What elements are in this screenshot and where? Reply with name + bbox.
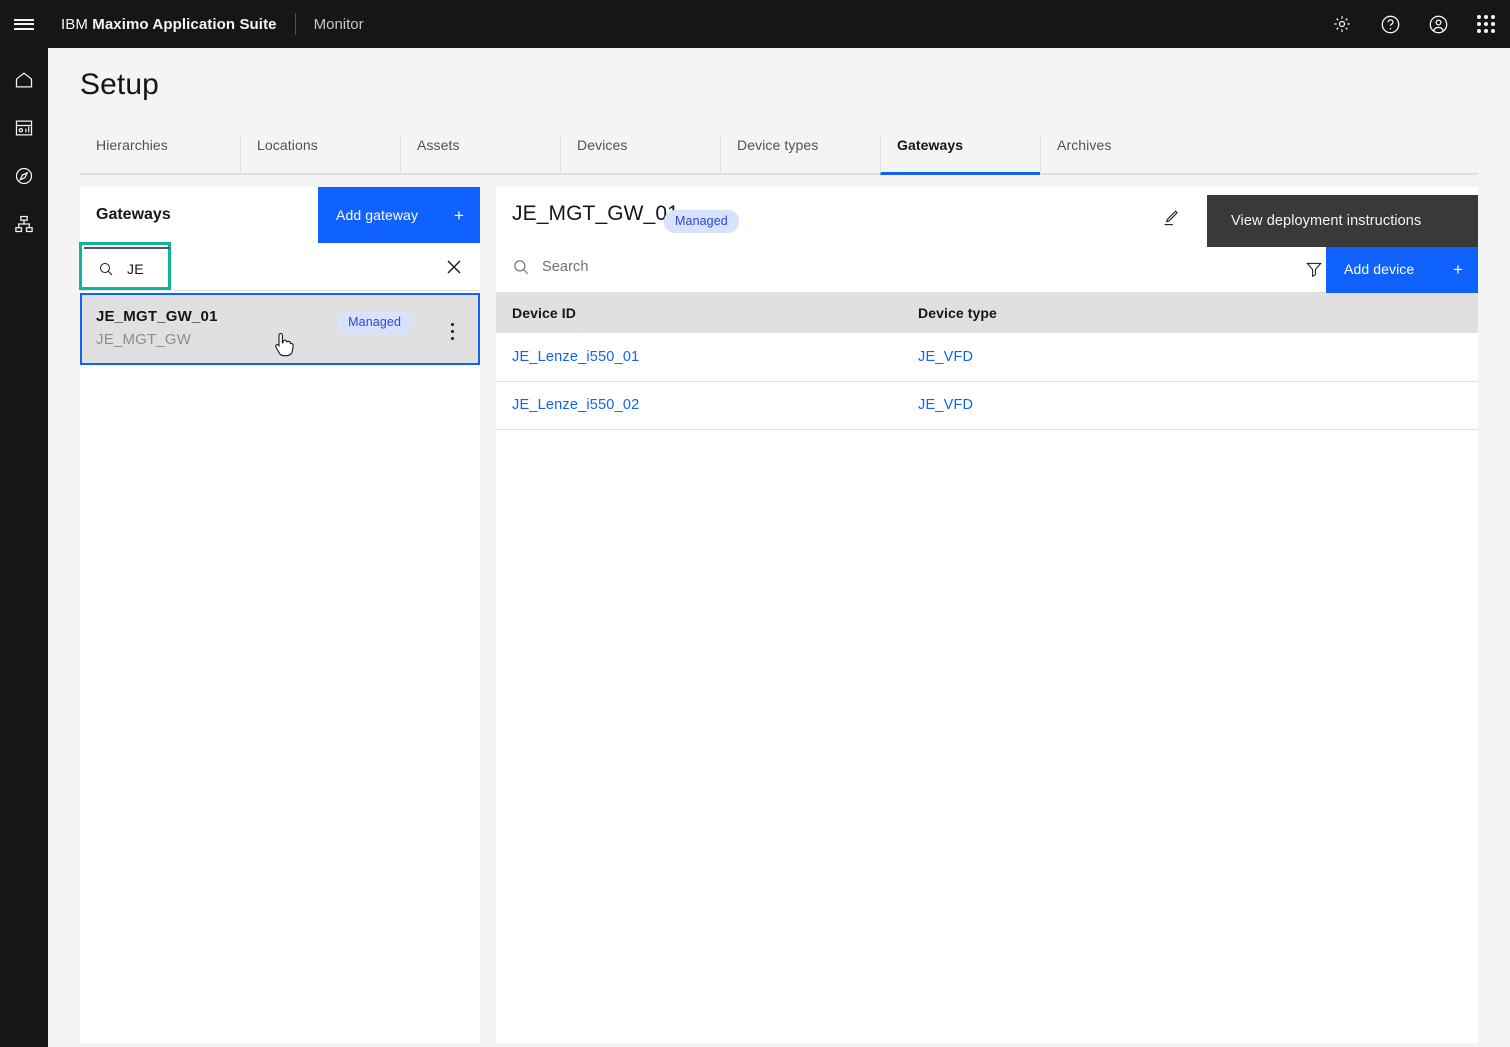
gateways-panel-title: Gateways [96, 206, 171, 223]
deployment-instructions-tooltip[interactable]: View deployment instructions [1207, 195, 1478, 247]
table-row[interactable]: JE_Lenze_i550_01 JE_VFD [496, 333, 1478, 382]
device-id-link[interactable]: JE_Lenze_i550_01 [512, 349, 639, 365]
cell-device-id: JE_Lenze_i550_01 [496, 333, 902, 382]
gateway-search-highlight: JE [79, 242, 171, 290]
left-nav-rail [0, 48, 48, 1047]
gateway-search-row: JE [79, 242, 480, 291]
header-actions [1318, 0, 1510, 48]
tab-archives[interactable]: Archives [1040, 135, 1200, 175]
device-search-row: Search Add device + [496, 245, 1478, 293]
search-icon [512, 258, 530, 281]
app-name-label[interactable]: Monitor [314, 16, 364, 33]
help-icon[interactable] [1366, 0, 1414, 48]
explore-compass-icon[interactable] [0, 160, 48, 192]
add-device-button[interactable]: Add device + [1326, 245, 1478, 293]
tab-devices[interactable]: Devices [560, 135, 720, 175]
device-type-link[interactable]: JE_VFD [918, 349, 973, 365]
brand-name: Maximo Application Suite [92, 15, 277, 33]
plus-icon: + [1452, 259, 1463, 279]
hamburger-menu-icon[interactable] [0, 0, 48, 48]
gateway-name: JE_MGT_GW_01 [96, 308, 218, 325]
clear-search-icon[interactable] [443, 256, 465, 278]
filter-funnel-icon[interactable] [1302, 257, 1326, 281]
device-search-input[interactable]: Search [542, 259, 589, 275]
tab-gateways[interactable]: Gateways [880, 135, 1040, 175]
table-row[interactable]: JE_Lenze_i550_02 JE_VFD [496, 381, 1478, 430]
pencil-edit-icon[interactable] [1158, 205, 1182, 229]
app-switcher-icon[interactable] [1462, 0, 1510, 48]
brand-title[interactable]: IBM Maximo Application Suite [61, 16, 277, 33]
selected-gateway-title: JE_MGT_GW_01 [512, 202, 679, 225]
gateway-status-badge: Managed [664, 210, 739, 233]
search-icon [100, 263, 113, 276]
table-header-row: Device ID Device type [496, 293, 1478, 333]
gateway-list-item[interactable]: JE_MGT_GW_01 JE_MGT_GW Managed [80, 293, 480, 365]
add-gateway-button[interactable]: Add gateway + [318, 187, 480, 243]
device-panel: JE_MGT_GW_01 Managed View deployment ins… [496, 187, 1478, 1043]
status-badge: Managed [337, 311, 412, 334]
device-type-link[interactable]: JE_VFD [918, 397, 973, 413]
cell-device-type: JE_VFD [902, 381, 1478, 430]
device-panel-header: JE_MGT_GW_01 Managed View deployment ins… [496, 187, 1478, 247]
overflow-menu-icon[interactable] [442, 317, 462, 345]
hierarchy-icon[interactable] [0, 208, 48, 240]
dashboard-icon[interactable] [0, 112, 48, 144]
header-divider [294, 13, 296, 35]
column-header-device-type[interactable]: Device type [902, 293, 1478, 333]
add-gateway-label: Add gateway [336, 207, 419, 223]
gateway-search-input[interactable]: JE [84, 247, 170, 289]
gateways-panel: Gateways Add gateway + JE JE_MGT_GW_01 J… [79, 187, 480, 1043]
plus-icon: + [453, 205, 464, 225]
mouse-cursor-pointer [275, 333, 294, 357]
home-icon[interactable] [0, 64, 48, 96]
cell-device-id: JE_Lenze_i550_02 [496, 381, 902, 430]
user-avatar-icon[interactable] [1414, 0, 1462, 48]
column-header-device-id[interactable]: Device ID [496, 293, 902, 333]
gateway-search-field[interactable] [172, 243, 480, 290]
devices-table: Device ID Device type JE_Lenze_i550_01 J… [496, 293, 1478, 430]
gateway-search-value: JE [127, 261, 144, 277]
gateways-panel-header: Gateways Add gateway + [80, 187, 480, 243]
cell-device-type: JE_VFD [902, 333, 1478, 382]
page-title: Setup [80, 68, 159, 101]
main-content: Setup Hierarchies Locations Assets Devic… [48, 48, 1510, 1047]
add-device-label: Add device [1344, 261, 1415, 277]
tooltip-text: View deployment instructions [1231, 213, 1422, 229]
gear-icon[interactable] [1318, 0, 1366, 48]
brand-prefix: IBM [61, 15, 88, 33]
tab-hierarchies[interactable]: Hierarchies [80, 135, 240, 175]
tab-assets[interactable]: Assets [400, 135, 560, 175]
tab-device-types[interactable]: Device types [720, 135, 880, 175]
device-id-link[interactable]: JE_Lenze_i550_02 [512, 397, 639, 413]
gateway-subtitle: JE_MGT_GW [96, 331, 192, 348]
top-header-bar: IBM Maximo Application Suite Monitor [0, 0, 1510, 48]
tab-locations[interactable]: Locations [240, 135, 400, 175]
tab-bar-filler [1200, 135, 1478, 175]
setup-tab-bar: Hierarchies Locations Assets Devices Dev… [80, 135, 1478, 175]
